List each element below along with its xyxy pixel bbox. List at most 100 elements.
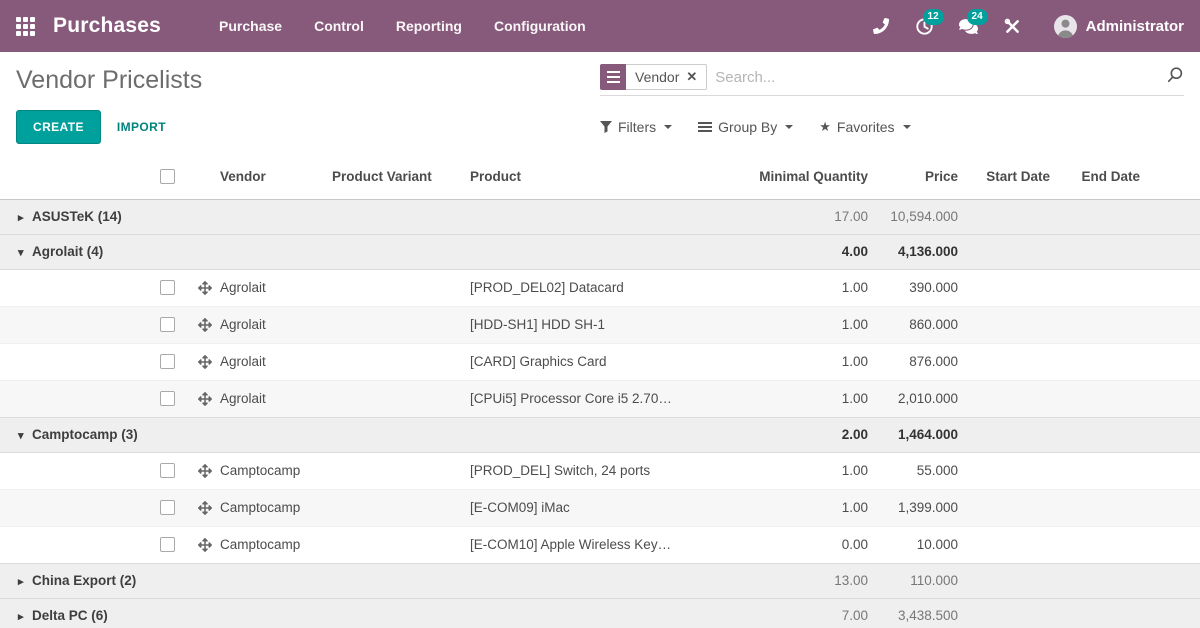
row-checkbox[interactable] [160,537,175,552]
search-bar[interactable]: Vendor ✕ [600,64,1184,96]
search-input[interactable] [715,69,1158,86]
drag-handle-icon[interactable] [198,392,212,406]
group-expand-arrow[interactable]: ▸ [18,211,32,224]
star-icon: ★ [819,119,831,135]
group-label: ASUSTeK (14) [32,209,122,224]
filters-menu[interactable]: Filters [600,119,672,135]
col-product[interactable]: Product [470,154,672,199]
row-product: [PROD_DEL02] Datacard [470,269,672,306]
row-start-date [962,526,1054,563]
select-all-checkbox[interactable] [160,169,175,184]
col-start-date[interactable]: Start Date [962,154,1054,199]
create-button[interactable]: CREATE [16,110,101,144]
pricelist-row[interactable]: Agrolait [CARD] Graphics Card 1.00 876.0… [0,343,1200,380]
group-row[interactable]: ▸Delta PC (6) 7.00 3,438.500 [0,598,1200,628]
control-panel: Vendor Pricelists Vendor ✕ CREATE IMPORT… [0,52,1200,154]
user-name: Administrator [1086,18,1184,35]
table-header-row: Vendor Product Variant Product Minimal Q… [0,154,1200,199]
group-row[interactable]: ▾Agrolait (4) 4.00 4,136.000 [0,234,1200,269]
row-end-date [1054,380,1144,417]
row-vendor: Agrolait [220,343,332,380]
chevron-down-icon [785,125,793,129]
group-by-menu[interactable]: Group By [698,119,793,135]
pricelist-row[interactable]: Camptocamp [E-COM10] Apple Wireless Keyb… [0,526,1200,563]
import-button[interactable]: IMPORT [117,120,166,134]
app-name[interactable]: Purchases [53,14,161,38]
menu-purchase[interactable]: Purchase [207,10,294,42]
facet-remove-icon[interactable]: ✕ [686,69,697,85]
row-checkbox[interactable] [160,354,175,369]
menu-reporting[interactable]: Reporting [384,10,474,42]
drag-handle-icon[interactable] [198,538,212,552]
row-checkbox[interactable] [160,500,175,515]
row-start-date [962,489,1054,526]
activities-badge: 12 [923,9,944,25]
group-by-facet-icon [600,64,626,90]
row-product-variant [332,380,470,417]
group-expand-arrow[interactable]: ▾ [18,246,32,259]
group-row[interactable]: ▾Camptocamp (3) 2.00 1,464.000 [0,417,1200,452]
drag-handle-icon[interactable] [198,464,212,478]
row-product: [CARD] Graphics Card [470,343,672,380]
pricelist-row[interactable]: Agrolait [PROD_DEL02] Datacard 1.00 390.… [0,269,1200,306]
row-start-date [962,306,1054,343]
favorites-menu[interactable]: ★ Favorites [819,119,910,135]
row-minimal-quantity: 1.00 [672,306,872,343]
row-checkbox[interactable] [160,280,175,295]
row-start-date [962,452,1054,489]
menu-control[interactable]: Control [302,10,376,42]
top-navbar: Purchases Purchase Control Reporting Con… [0,0,1200,52]
search-icon[interactable] [1166,66,1184,89]
row-checkbox[interactable] [160,317,175,332]
activities-button[interactable]: 12 [908,9,942,43]
group-expand-arrow[interactable]: ▾ [18,429,32,442]
group-price-total: 10,594.000 [872,199,962,234]
drag-handle-icon[interactable] [198,318,212,332]
group-label: China Export (2) [32,573,136,588]
row-product-variant [332,526,470,563]
pricelist-table-body: ▸ASUSTeK (14) 17.00 10,594.000 ▾Agrolait… [0,199,1200,628]
group-label: Agrolait (4) [32,244,103,259]
col-end-date[interactable]: End Date [1054,154,1144,199]
row-start-date [962,380,1054,417]
group-expand-arrow[interactable]: ▸ [18,610,32,623]
search-options: Filters Group By ★ Favorites [600,110,1184,144]
group-minimal-quantity-total: 4.00 [672,234,872,269]
group-expand-arrow[interactable]: ▸ [18,575,32,588]
phone-icon [873,18,889,34]
row-price: 2,010.000 [872,380,962,417]
row-end-date [1054,452,1144,489]
row-product: [PROD_DEL] Switch, 24 ports [470,452,672,489]
facet-label: Vendor [635,69,679,85]
pricelist-row[interactable]: Camptocamp [PROD_DEL] Switch, 24 ports 1… [0,452,1200,489]
drag-handle-icon[interactable] [198,281,212,295]
voip-phone-button[interactable] [864,9,898,43]
row-vendor: Agrolait [220,380,332,417]
col-minimal-quantity[interactable]: Minimal Quantity [672,154,872,199]
row-checkbox[interactable] [160,391,175,406]
drag-handle-icon[interactable] [198,355,212,369]
tools-button[interactable] [996,9,1030,43]
pricelist-row[interactable]: Agrolait [CPUi5] Processor Core i5 2.70 … [0,380,1200,417]
pricelist-table: Vendor Product Variant Product Minimal Q… [0,154,1200,628]
group-by-icon [698,121,712,133]
drag-handle-icon[interactable] [198,501,212,515]
group-by-label: Group By [718,119,777,135]
col-product-variant[interactable]: Product Variant [332,154,470,199]
col-price[interactable]: Price [872,154,962,199]
pricelist-row[interactable]: Camptocamp [E-COM09] iMac 1.00 1,399.000 [0,489,1200,526]
group-row[interactable]: ▸ASUSTeK (14) 17.00 10,594.000 [0,199,1200,234]
group-minimal-quantity-total: 13.00 [672,563,872,598]
col-vendor[interactable]: Vendor [220,154,332,199]
search-facet-vendor[interactable]: Vendor ✕ [600,64,707,90]
menu-configuration[interactable]: Configuration [482,10,598,42]
row-checkbox[interactable] [160,463,175,478]
row-price: 1,399.000 [872,489,962,526]
group-row[interactable]: ▸China Export (2) 13.00 110.000 [0,563,1200,598]
pricelist-row[interactable]: Agrolait [HDD-SH1] HDD SH-1 1.00 860.000 [0,306,1200,343]
group-minimal-quantity-total: 7.00 [672,598,872,628]
apps-menu-icon[interactable] [16,17,35,36]
user-menu[interactable]: Administrator [1054,15,1184,38]
row-price: 860.000 [872,306,962,343]
messages-button[interactable]: 24 [952,9,986,43]
